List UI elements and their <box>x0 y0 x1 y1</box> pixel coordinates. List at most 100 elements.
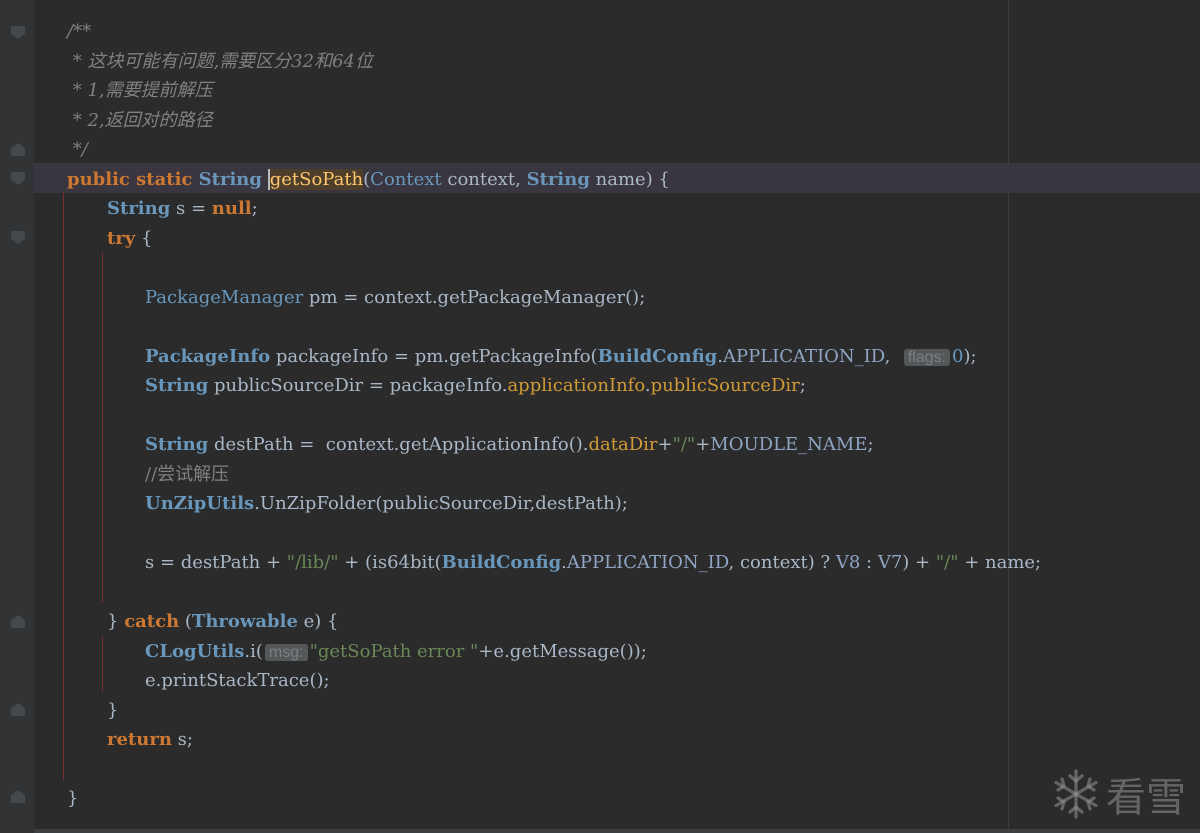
editor-gutter <box>0 0 34 833</box>
code-token: public static <box>67 168 199 190</box>
code-token: e) { <box>297 611 339 632</box>
code-line[interactable]: String publicSourceDir = packageInfo.app… <box>145 371 806 401</box>
code-token: : <box>860 552 878 573</box>
code-token: null <box>211 198 252 219</box>
code-line[interactable]: */ <box>67 135 88 165</box>
fold-marker-icon[interactable] <box>11 231 25 244</box>
code-line[interactable]: s = destPath + "/lib/" + (is64bit(BuildC… <box>145 548 1041 578</box>
parameter-hint: msg: <box>264 643 308 661</box>
code-token: } <box>107 611 125 632</box>
code-token: } <box>107 699 119 721</box>
code-token: .UnZipFolder(publicSourceDir,destPath); <box>254 493 628 514</box>
code-token: catch <box>124 611 180 632</box>
code-line[interactable]: } <box>107 696 118 726</box>
parameter-hint: flags: <box>903 348 951 366</box>
code-token: try <box>107 227 136 249</box>
code-token: String <box>526 168 590 190</box>
code-token: Context <box>370 168 442 190</box>
code-token: + <box>657 434 673 455</box>
code-token: ) + <box>902 552 936 573</box>
code-line[interactable]: PackageManager pm = context.getPackageMa… <box>145 283 645 313</box>
code-token: "getSoPath error " <box>309 640 479 662</box>
code-token: return <box>107 729 172 750</box>
code-token: + <box>695 434 711 455</box>
code-token: PackageManager <box>145 286 304 308</box>
fold-marker-icon[interactable] <box>11 615 25 628</box>
code-token: * 2,返回对的路径 <box>67 109 213 131</box>
indent-guide <box>102 252 103 602</box>
code-token: V7 <box>877 552 903 573</box>
code-line[interactable]: CLogUtils.i(msg: "getSoPath error "+e.get… <box>145 637 647 667</box>
code-token: Throwable <box>191 611 298 632</box>
fold-marker-icon[interactable] <box>11 26 25 39</box>
code-token: MOUDLE_NAME <box>710 434 868 455</box>
code-line[interactable]: public static String getSoPath(Context c… <box>67 165 670 195</box>
code-token: , context) ? <box>728 552 836 573</box>
code-token: publicSourceDir = packageInfo. <box>208 375 508 396</box>
code-token: applicationInfo <box>507 375 645 396</box>
code-line[interactable]: } catch (Throwable e) { <box>107 607 339 637</box>
fold-marker-icon[interactable] <box>11 790 25 803</box>
code-line[interactable]: UnZipUtils.UnZipFolder(publicSourceDir,d… <box>145 489 628 519</box>
code-token: APPLICATION_ID <box>566 552 729 573</box>
code-line[interactable]: String s = null; <box>107 194 258 224</box>
code-token: 0 <box>952 345 964 367</box>
code-token: ); <box>963 345 977 367</box>
code-line[interactable]: return s; <box>107 725 193 755</box>
code-token: destPath = context.getApplicationInfo(). <box>208 434 589 455</box>
code-token: + name; <box>958 552 1042 573</box>
code-token: getSoPath <box>267 168 364 190</box>
code-token: name) { <box>589 168 670 190</box>
code-token: //尝试解压 <box>145 463 230 485</box>
watermark-text: 看雪 <box>1106 775 1186 821</box>
code-line[interactable]: String destPath = context.getApplication… <box>145 430 874 460</box>
code-token: s; <box>171 729 193 750</box>
code-token: APPLICATION_ID <box>722 345 885 367</box>
code-token: */ <box>67 139 88 160</box>
fold-marker-icon[interactable] <box>11 703 25 716</box>
code-line[interactable]: * 1,需要提前解压 <box>67 76 213 106</box>
code-token: ; <box>799 375 806 396</box>
code-token: CLogUtils <box>145 640 245 662</box>
code-line[interactable]: * 2,返回对的路径 <box>67 106 213 136</box>
code-token: e.printStackTrace(); <box>145 670 330 691</box>
code-token: V8 <box>835 552 861 573</box>
code-token: PackageInfo <box>145 345 271 367</box>
fold-marker-icon[interactable] <box>11 143 25 156</box>
code-line[interactable]: * 这块可能有问题,需要区分32和64位 <box>67 47 373 77</box>
code-line[interactable]: /** <box>67 17 91 47</box>
code-token: + (is64bit( <box>338 552 442 573</box>
kanxue-watermark: 看雪 <box>1050 765 1186 823</box>
code-line[interactable]: try { <box>107 224 152 254</box>
code-token: packageInfo = pm.getPackageInfo( <box>270 345 598 367</box>
code-token: s = destPath + <box>145 552 287 573</box>
code-token: /** <box>67 21 92 42</box>
snowflake-icon <box>1054 769 1098 819</box>
indent-guide <box>63 193 64 780</box>
code-token: "/" <box>672 434 696 455</box>
code-token: pm = context.getPackageManager(); <box>303 286 646 308</box>
code-token: publicSourceDir <box>650 375 800 396</box>
code-token: "/" <box>935 552 959 573</box>
code-line[interactable]: PackageInfo packageInfo = pm.getPackageI… <box>145 342 977 372</box>
code-token: String <box>145 434 209 455</box>
right-margin-guide <box>1008 0 1009 833</box>
code-token: dataDir <box>588 434 658 455</box>
code-line[interactable]: } <box>67 784 78 814</box>
code-token: context, <box>441 168 527 190</box>
code-line[interactable]: e.printStackTrace(); <box>145 666 330 696</box>
code-token: * 这块可能有问题,需要区分32和64位 <box>67 50 373 72</box>
code-token: ( <box>179 611 192 632</box>
code-token: , <box>884 345 902 367</box>
editor-bottom-border <box>34 829 1200 833</box>
code-token: s = <box>170 198 212 219</box>
code-token: UnZipUtils <box>145 493 255 514</box>
fold-marker-icon[interactable] <box>11 172 25 185</box>
code-editor[interactable]: /** * 这块可能有问题,需要区分32和64位 * 1,需要提前解压 * 2,… <box>0 0 1200 833</box>
code-token: "/lib/" <box>286 552 339 573</box>
code-token: String <box>107 198 171 219</box>
code-line[interactable]: //尝试解压 <box>145 460 229 490</box>
code-token: } <box>67 788 79 809</box>
code-token: BuildConfig <box>597 345 718 367</box>
